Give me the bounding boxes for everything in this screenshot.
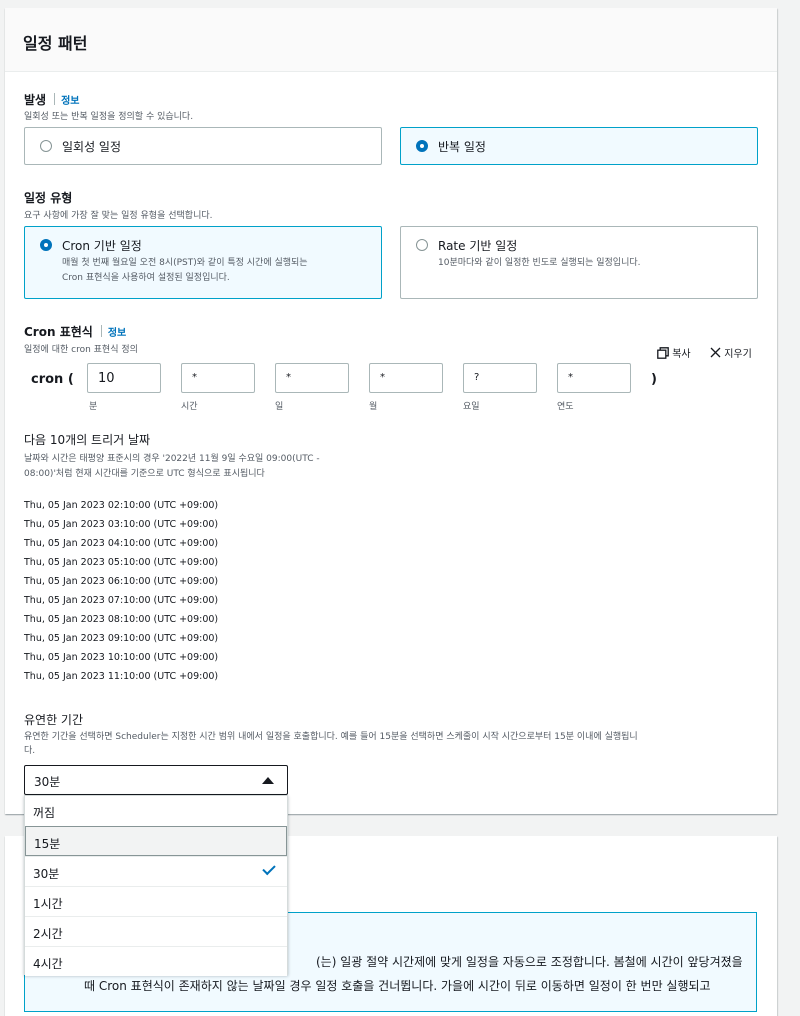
rate-schedule-label: Rate 기반 일정 xyxy=(438,239,518,253)
divider xyxy=(100,325,102,337)
option-label: 30분 xyxy=(33,867,60,881)
flexible-window-desc-line1: 유연한 기간을 선택하면 Scheduler는 지정한 시간 범위 내에서 일정… xyxy=(24,732,638,742)
cron-minutes-input[interactable]: 10 xyxy=(87,363,161,393)
dropdown-option-off[interactable]: 꺼짐 xyxy=(25,796,287,826)
copy-button[interactable]: 복사 xyxy=(657,345,691,360)
trigger-date-item: Thu, 05 Jan 2023 08:10:00 (UTC +09:00) xyxy=(24,614,219,625)
cron-hours-caption: 시간 xyxy=(181,402,198,412)
schedule-pattern-panel: 일정 패턴 발생 정보 일회성 또는 반복 일정을 정의할 수 있습니다. 일회성… xyxy=(5,8,777,814)
trigger-date-item: Thu, 05 Jan 2023 04:10:00 (UTC +09:00) xyxy=(24,538,219,549)
cron-schedule-label: Cron 기반 일정 xyxy=(62,239,142,253)
occurrence-label: 발생 xyxy=(24,93,47,107)
trigger-date-item: Thu, 05 Jan 2023 02:10:00 (UTC +09:00) xyxy=(24,500,219,511)
recurring-schedule-label: 반복 일정 xyxy=(438,140,486,154)
flexible-window-select[interactable]: 30분 xyxy=(24,765,288,795)
radio-icon[interactable] xyxy=(40,140,52,152)
cron-weekday-caption: 요일 xyxy=(463,402,480,412)
cron-month-input[interactable]: * xyxy=(369,363,443,393)
flexible-window-desc-line2: 다. xyxy=(24,746,36,756)
cron-day-caption: 일 xyxy=(275,402,284,412)
radio-selected-icon[interactable] xyxy=(416,140,428,152)
dropdown-option-1hour[interactable]: 1시간 xyxy=(25,886,287,916)
dropdown-option-4hours[interactable]: 4시간 xyxy=(25,946,287,976)
cron-day-of-week-input[interactable]: ? xyxy=(463,363,537,393)
cron-description: 일정에 대한 cron 표현식 정의 xyxy=(24,345,138,355)
cron-info-link[interactable]: 정보 xyxy=(108,328,126,339)
cron-suffix: ) xyxy=(651,372,657,387)
cron-schedule-desc-line2: Cron 표현식을 사용하여 설정된 일정입니다. xyxy=(62,273,230,283)
cron-schedule-tile[interactable]: Cron 기반 일정 매월 첫 번째 월요일 오전 8시(PST)와 같이 특정… xyxy=(24,226,382,299)
cron-year-input[interactable]: * xyxy=(557,363,631,393)
clear-label: 지우기 xyxy=(724,349,752,360)
cron-month-caption: 월 xyxy=(369,402,378,412)
dst-info-line2: 때 Cron 표현식이 존재하지 않는 날짜일 경우 일정 호출을 건너뜁니다.… xyxy=(84,979,711,993)
cron-year-caption: 연도 xyxy=(557,402,574,412)
trigger-date-item: Thu, 05 Jan 2023 07:10:00 (UTC +09:00) xyxy=(24,595,219,606)
cron-minutes-caption: 분 xyxy=(89,402,98,412)
clear-button[interactable]: 지우기 xyxy=(710,345,752,360)
panel-title: 일정 패턴 xyxy=(23,34,88,53)
cron-label-row: Cron 표현식 정보 xyxy=(24,323,126,340)
cron-prefix: cron ( xyxy=(31,372,74,387)
trigger-date-item: Thu, 05 Jan 2023 03:10:00 (UTC +09:00) xyxy=(24,519,219,530)
trigger-dates-desc-line1: 날짜와 시간은 태평양 표준시의 경우 '2022년 11월 9일 수요일 09… xyxy=(24,454,320,464)
cron-schedule-desc-line1: 매월 첫 번째 월요일 오전 8시(PST)와 같이 특정 시간에 실행되는 xyxy=(62,258,308,268)
caret-up-icon xyxy=(262,777,274,784)
dropdown-option-15min[interactable]: 15분 xyxy=(25,826,287,856)
flexible-window-label: 유연한 기간 xyxy=(24,713,84,727)
panel-header: 일정 패턴 xyxy=(5,8,777,72)
schedule-type-description: 요구 사항에 가장 잘 맞는 일정 유형을 선택합니다. xyxy=(24,211,213,221)
recurring-schedule-tile[interactable]: 반복 일정 xyxy=(400,127,758,165)
trigger-date-item: Thu, 05 Jan 2023 05:10:00 (UTC +09:00) xyxy=(24,557,219,568)
option-label: 4시간 xyxy=(33,957,63,971)
occurrence-label-row: 발생 정보 xyxy=(24,91,80,108)
option-label: 15분 xyxy=(34,837,61,851)
rate-schedule-desc: 10분마다와 같이 일정한 빈도로 실행되는 일정입니다. xyxy=(438,258,641,268)
trigger-date-item: Thu, 05 Jan 2023 06:10:00 (UTC +09:00) xyxy=(24,576,219,587)
schedule-type-label: 일정 유형 xyxy=(24,191,73,205)
copy-label: 복사 xyxy=(672,349,691,360)
trigger-dates-title: 다음 10개의 트리거 날짜 xyxy=(24,433,151,447)
dropdown-option-2hours[interactable]: 2시간 xyxy=(25,916,287,946)
trigger-date-item: Thu, 05 Jan 2023 09:10:00 (UTC +09:00) xyxy=(24,633,219,644)
one-time-schedule-tile[interactable]: 일회성 일정 xyxy=(24,127,382,165)
dst-info-line1: (는) 일광 절약 시간제에 맞게 일정을 자동으로 조정합니다. 봄철에 시간… xyxy=(316,955,743,969)
copy-icon xyxy=(657,347,669,359)
trigger-dates-desc-line2: 08:00)'처럼 현재 시간대를 기준으로 UTC 형식으로 표시됩니다 xyxy=(24,469,265,479)
flexible-window-dropdown: 꺼짐 15분 30분 1시간 2시간 4시간 xyxy=(24,795,288,976)
checkmark-icon xyxy=(262,861,276,876)
radio-selected-icon[interactable] xyxy=(40,239,52,251)
cron-hours-input[interactable]: * xyxy=(181,363,255,393)
option-label: 꺼짐 xyxy=(33,806,56,820)
occurrence-description: 일회성 또는 반복 일정을 정의할 수 있습니다. xyxy=(24,112,194,122)
rate-schedule-tile[interactable]: Rate 기반 일정 10분마다와 같이 일정한 빈도로 실행되는 일정입니다. xyxy=(400,226,758,299)
one-time-schedule-label: 일회성 일정 xyxy=(62,140,122,154)
cron-label: Cron 표현식 xyxy=(24,325,93,339)
divider xyxy=(54,93,56,105)
cron-day-of-month-input[interactable]: * xyxy=(275,363,349,393)
flexible-window-selected-value: 30분 xyxy=(34,775,61,789)
option-label: 2시간 xyxy=(33,927,63,941)
close-icon xyxy=(710,347,721,358)
trigger-date-item: Thu, 05 Jan 2023 11:10:00 (UTC +09:00) xyxy=(24,671,219,682)
trigger-date-item: Thu, 05 Jan 2023 10:10:00 (UTC +09:00) xyxy=(24,652,219,663)
occurrence-info-link[interactable]: 정보 xyxy=(61,96,79,107)
option-label: 1시간 xyxy=(33,897,63,911)
radio-icon[interactable] xyxy=(416,239,428,251)
dropdown-option-30min[interactable]: 30분 xyxy=(25,856,287,886)
